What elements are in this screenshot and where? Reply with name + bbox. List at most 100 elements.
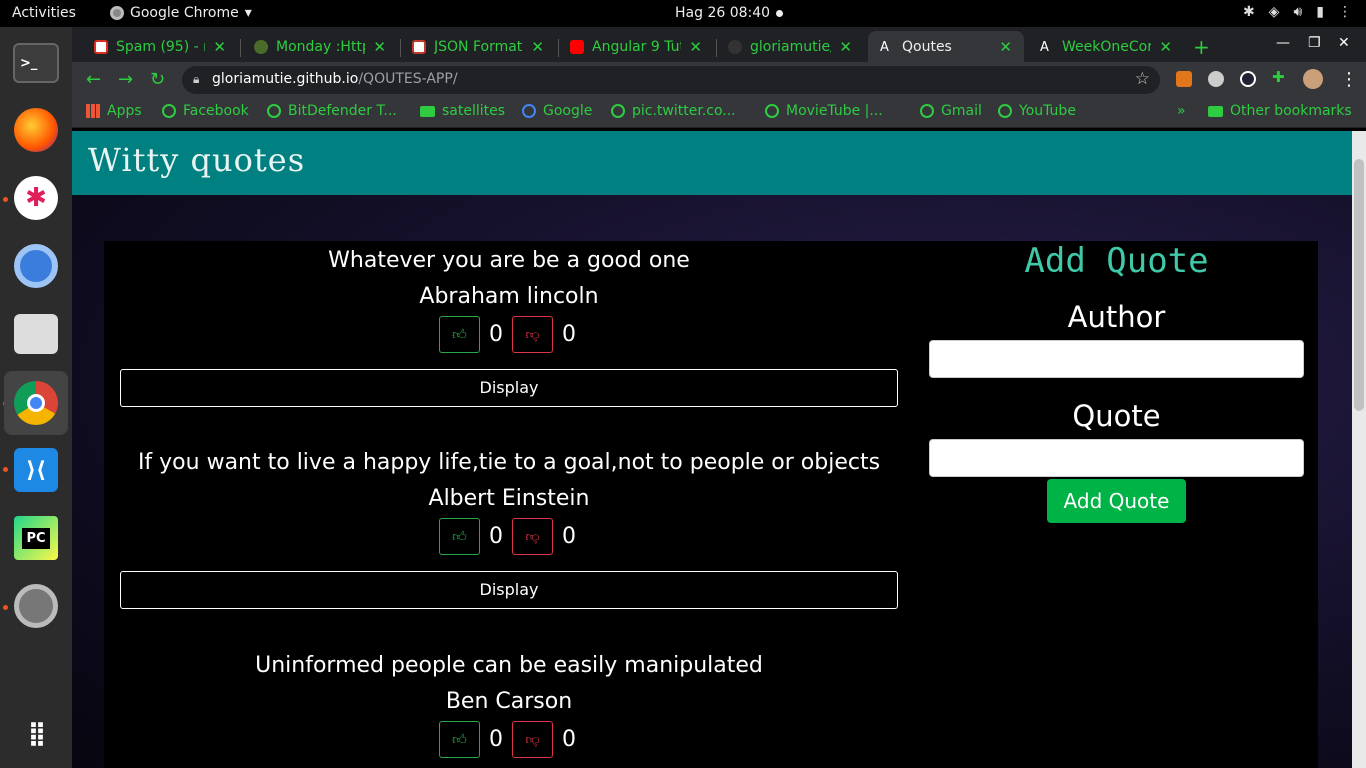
- blocker-icon[interactable]: [1240, 71, 1256, 87]
- bookmark-label: Gmail: [941, 103, 982, 119]
- maximize-button[interactable]: ❐: [1308, 35, 1321, 51]
- dock-settings[interactable]: [10, 580, 62, 632]
- app-menu[interactable]: Google Chrome ▾: [110, 5, 252, 21]
- close-icon[interactable]: ✕: [689, 38, 702, 56]
- bookmark-youtube[interactable]: YouTube: [998, 103, 1076, 119]
- bookmark-label: pic.twitter.co...: [632, 103, 736, 119]
- pycharm-icon: PC: [14, 516, 58, 560]
- tab-title: Spam (95) - m: [116, 38, 205, 55]
- running-indicator: [3, 605, 8, 610]
- display-button[interactable]: Display: [120, 571, 898, 609]
- browser-toolbar: ← → ↻ 🔒︎ gloriamutie.github.io/QOUTES-AP…: [72, 62, 1366, 97]
- close-icon[interactable]: ✕: [213, 38, 226, 56]
- wifi-icon[interactable]: ◈: [1269, 4, 1280, 20]
- display-button[interactable]: Display: [120, 369, 898, 407]
- dock-vscode[interactable]: ⟩⟨: [10, 444, 62, 496]
- extension-icon[interactable]: [1208, 71, 1224, 87]
- settings-icon: [14, 584, 58, 628]
- quote-card: If you want to live a happy life,tie to …: [120, 445, 898, 609]
- address-bar[interactable]: 🔒︎ gloriamutie.github.io/QOUTES-APP/ ☆: [182, 66, 1160, 94]
- globe-icon: [920, 104, 934, 118]
- metamask-icon[interactable]: [1176, 71, 1192, 87]
- close-window-button[interactable]: ✕: [1338, 35, 1350, 51]
- dock-files[interactable]: [10, 308, 62, 360]
- system-top-bar: Activities Google Chrome ▾ Hag 26 08:40 …: [0, 0, 1366, 27]
- bookmark-twitter[interactable]: pic.twitter.co...: [611, 103, 736, 119]
- dock-slack[interactable]: ✱: [10, 172, 62, 224]
- show-applications-button[interactable]: ⣿: [10, 707, 62, 759]
- downvote-button[interactable]: 👎︎: [512, 720, 553, 758]
- upvote-button[interactable]: 👍︎: [439, 315, 480, 353]
- activities-button[interactable]: Activities: [12, 5, 76, 21]
- dock-terminal[interactable]: >_: [10, 37, 62, 89]
- downvote-count: 0: [562, 523, 576, 549]
- close-icon[interactable]: ✕: [839, 38, 852, 56]
- quote-input[interactable]: [929, 439, 1304, 477]
- browser-tab[interactable]: Angular 9 Tut ✕: [558, 31, 714, 62]
- close-icon[interactable]: ✕: [373, 38, 386, 56]
- bookmark-other-bookmarks[interactable]: Other bookmarks: [1208, 103, 1352, 119]
- bookmark-apps[interactable]: Apps: [86, 103, 142, 119]
- upvote-button[interactable]: 👍︎: [439, 720, 480, 758]
- clock[interactable]: Hag 26 08:40: [675, 5, 770, 21]
- bookmark-folder-satellites[interactable]: satellites: [420, 103, 505, 119]
- bookmark-bitdefender[interactable]: BitDefender T...: [267, 103, 397, 119]
- github-icon: [728, 39, 742, 54]
- chromium-icon: [14, 244, 58, 288]
- scrollbar-thumb[interactable]: [1354, 159, 1364, 411]
- browser-tab[interactable]: Spam (95) - m ✕: [82, 31, 238, 62]
- chrome-icon: [110, 6, 124, 20]
- bookmark-star-icon[interactable]: ☆: [1135, 69, 1150, 89]
- page-scrollbar[interactable]: [1352, 131, 1366, 768]
- close-icon[interactable]: ✕: [999, 38, 1012, 56]
- bookmark-facebook[interactable]: Facebook: [162, 103, 249, 119]
- reload-button[interactable]: ↻: [150, 69, 165, 90]
- lock-icon[interactable]: 🔒︎: [193, 72, 199, 87]
- browser-tab[interactable]: A WeekOneCor ✕: [1028, 31, 1184, 62]
- battery-icon[interactable]: ▮: [1316, 4, 1324, 20]
- browser-tab[interactable]: JSON Format ✕: [400, 31, 556, 62]
- url-host: gloriamutie.github.io: [212, 71, 359, 87]
- avatar[interactable]: [1303, 69, 1323, 89]
- apps-grid-icon: [86, 104, 100, 118]
- dock-firefox[interactable]: [10, 104, 62, 156]
- thumbs-up-icon: 👍︎: [452, 731, 467, 748]
- tab-separator: [240, 39, 241, 57]
- quote-card: Whatever you are be a good one Abraham l…: [120, 243, 898, 407]
- volume-icon[interactable]: 🔊︎: [1293, 4, 1302, 20]
- bookmark-movietube[interactable]: MovieTube |...: [765, 103, 883, 119]
- thumbs-down-icon: 👎︎: [525, 326, 540, 343]
- menu-icon[interactable]: ⋮: [1340, 69, 1358, 90]
- puzzle-icon[interactable]: ✚: [1272, 68, 1288, 86]
- forward-button[interactable]: →: [118, 69, 133, 90]
- bookmark-gmail[interactable]: Gmail: [920, 103, 982, 119]
- browser-tab-active[interactable]: A Qoutes ✕: [868, 31, 1024, 62]
- page-title: Witty quotes: [88, 141, 306, 179]
- app-name: Google Chrome: [130, 5, 239, 21]
- globe-icon: [162, 104, 176, 118]
- browser-tab[interactable]: Monday :Http ✕: [242, 31, 398, 62]
- power-menu-icon[interactable]: ⋮: [1338, 4, 1352, 20]
- close-icon[interactable]: ✕: [531, 38, 544, 56]
- downvote-button[interactable]: 👎︎: [512, 517, 553, 555]
- browser-tab[interactable]: gloriamutie/C ✕: [716, 31, 864, 62]
- new-tab-button[interactable]: +: [1193, 35, 1210, 59]
- back-button[interactable]: ←: [86, 69, 101, 90]
- upvote-count: 0: [489, 523, 503, 549]
- close-icon[interactable]: ✕: [1159, 38, 1172, 56]
- author-input[interactable]: [929, 340, 1304, 378]
- upvote-count: 0: [489, 726, 503, 752]
- bookmarks-overflow-button[interactable]: »: [1177, 103, 1186, 119]
- bookmark-label: BitDefender T...: [288, 103, 397, 119]
- dock-pycharm[interactable]: PC: [10, 512, 62, 564]
- dock-chromium[interactable]: [10, 240, 62, 292]
- minimize-button[interactable]: —: [1276, 35, 1290, 51]
- dock-google-chrome[interactable]: [4, 371, 68, 435]
- add-quote-button[interactable]: Add Quote: [1046, 479, 1187, 523]
- bookmark-google[interactable]: Google: [522, 103, 592, 119]
- tab-title: Monday :Http: [276, 38, 366, 55]
- downvote-button[interactable]: 👎︎: [512, 315, 553, 353]
- upvote-button[interactable]: 👍︎: [439, 517, 480, 555]
- system-tray[interactable]: ✱ ◈ 🔊︎ ▮ ⋮: [1243, 4, 1352, 20]
- slack-tray-icon[interactable]: ✱: [1243, 4, 1255, 20]
